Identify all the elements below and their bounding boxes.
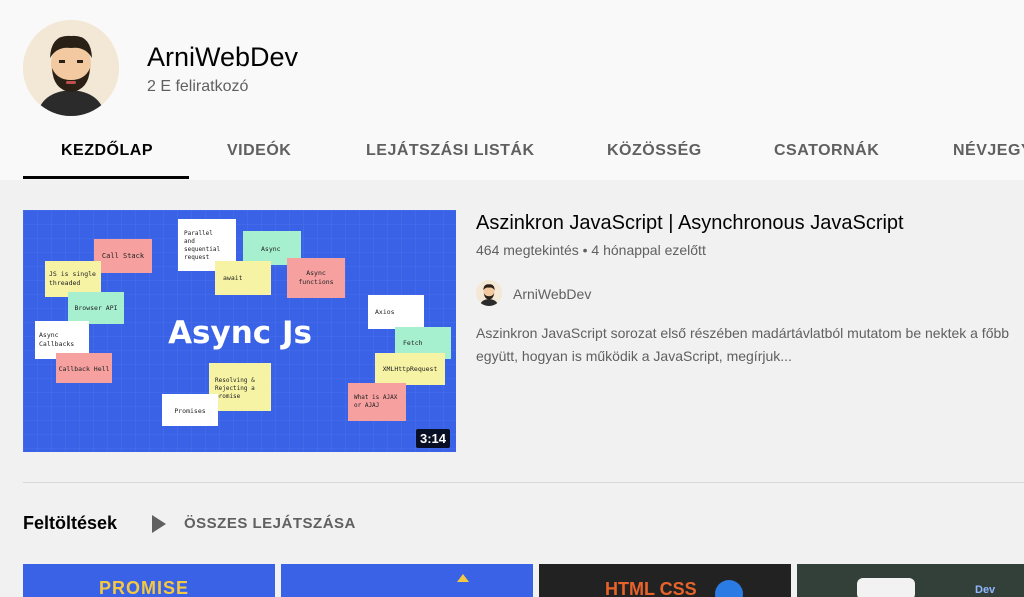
svg-text:and: and bbox=[184, 238, 195, 245]
tab-home[interactable]: KEZDŐLAP bbox=[61, 126, 153, 180]
upload-thumbnail[interactable] bbox=[281, 564, 533, 597]
svg-text:Async: Async bbox=[39, 331, 59, 339]
svg-text:Callback Hell: Callback Hell bbox=[59, 365, 110, 373]
note-promises: Promises bbox=[162, 394, 218, 426]
note-resolving-rejecting: Resolving & Rejecting a promise bbox=[209, 363, 271, 411]
svg-text:XMLHttpRequest: XMLHttpRequest bbox=[383, 365, 438, 373]
note-xmlhttprequest: XMLHttpRequest bbox=[375, 353, 445, 385]
note-single-threaded: JS is single threaded bbox=[45, 261, 101, 297]
tab-about[interactable]: NÉVJEGY bbox=[953, 126, 1024, 180]
note-browser-api: Browser API bbox=[68, 292, 124, 324]
svg-text:Promises: Promises bbox=[174, 407, 205, 415]
tab-community[interactable]: KÖZÖSSÉG bbox=[607, 126, 702, 180]
featured-video-description: Aszinkron JavaScript sorozat első részéb… bbox=[476, 322, 1024, 368]
upload-thumbnail[interactable]: PROMISE bbox=[23, 564, 275, 597]
svg-text:JS is single: JS is single bbox=[49, 270, 96, 278]
channel-tabs: KEZDŐLAP VIDEÓK LEJÁTSZÁSI LISTÁK KÖZÖSS… bbox=[0, 126, 1024, 180]
svg-text:Callbacks: Callbacks bbox=[39, 340, 74, 348]
featured-video-meta: 464 megtekintés • 4 hónappal ezelőtt bbox=[476, 242, 706, 258]
play-icon bbox=[152, 515, 166, 533]
svg-text:Async: Async bbox=[261, 245, 281, 253]
channel-avatar[interactable] bbox=[23, 20, 119, 116]
uploads-section-title: Feltöltések bbox=[23, 513, 118, 533]
svg-text:Rejecting a: Rejecting a bbox=[215, 385, 255, 392]
tab-playlists[interactable]: LEJÁTSZÁSI LISTÁK bbox=[366, 126, 535, 180]
svg-text:Resolving &: Resolving & bbox=[215, 377, 255, 384]
channel-header: ArniWebDev 2 E feliratkozó KEZDŐLAP VIDE… bbox=[0, 0, 1024, 180]
note-call-stack: Call Stack bbox=[94, 239, 152, 273]
svg-text:await: await bbox=[223, 274, 243, 282]
active-tab-indicator bbox=[23, 176, 189, 179]
upload-thumbnail[interactable]: HTML CSS bbox=[539, 564, 791, 597]
svg-text:sequential: sequential bbox=[184, 246, 221, 253]
note-async-functions: Async functions bbox=[287, 258, 345, 298]
svg-text:Fetch: Fetch bbox=[403, 339, 423, 347]
channel-name: ArniWebDev bbox=[147, 42, 299, 72]
description-line-1: Aszinkron JavaScript sorozat első részéb… bbox=[476, 325, 1010, 341]
svg-text:threaded: threaded bbox=[49, 279, 80, 287]
note-axios: Axios bbox=[368, 295, 424, 329]
svg-text:functions: functions bbox=[298, 278, 333, 286]
note-ajax: What is AJAX or AJAJ bbox=[348, 383, 406, 421]
channel-avatar-small[interactable] bbox=[476, 280, 502, 306]
svg-text:Async: Async bbox=[306, 269, 326, 277]
svg-text:Axios: Axios bbox=[375, 308, 395, 316]
svg-text:promise: promise bbox=[215, 393, 241, 400]
svg-text:What is AJAX: What is AJAX bbox=[354, 394, 398, 401]
subscriber-count: 2 E feliratkozó bbox=[147, 78, 249, 95]
section-divider bbox=[23, 482, 1024, 483]
svg-text:request: request bbox=[184, 254, 210, 261]
video-duration-badge: 3:14 bbox=[415, 429, 450, 448]
svg-text:Parallel: Parallel bbox=[184, 230, 213, 237]
featured-video-thumbnail[interactable]: Call Stack JS is single threaded Browser… bbox=[23, 210, 456, 452]
featured-channel-name[interactable]: ArniWebDev bbox=[513, 286, 591, 302]
main-content: Call Stack JS is single threaded Browser… bbox=[0, 180, 1024, 597]
tab-videos[interactable]: VIDEÓK bbox=[227, 126, 291, 180]
upload-thumbnail-title: Dev bbox=[975, 584, 996, 596]
svg-text:or AJAJ: or AJAJ bbox=[354, 402, 379, 409]
description-line-2: együtt, hogyan is működik a JavaScript, … bbox=[476, 348, 792, 364]
upload-thumbnail-title: PROMISE bbox=[99, 578, 190, 597]
svg-text:Call Stack: Call Stack bbox=[102, 252, 145, 260]
svg-text:Browser API: Browser API bbox=[74, 304, 117, 312]
thumbnail-headline: Async Js bbox=[168, 315, 312, 351]
note-callback-hell: Callback Hell bbox=[56, 353, 112, 383]
play-all-label: ÖSSZES LEJÁTSZÁSA bbox=[184, 515, 356, 532]
upload-thumbnail-title: HTML CSS bbox=[605, 579, 697, 597]
note-await: await bbox=[215, 261, 271, 295]
featured-video-title[interactable]: Aszinkron JavaScript | Asynchronous Java… bbox=[476, 212, 904, 235]
tab-channels[interactable]: CSATORNÁK bbox=[774, 126, 879, 180]
upload-thumbnail[interactable]: Dev bbox=[797, 564, 1024, 597]
